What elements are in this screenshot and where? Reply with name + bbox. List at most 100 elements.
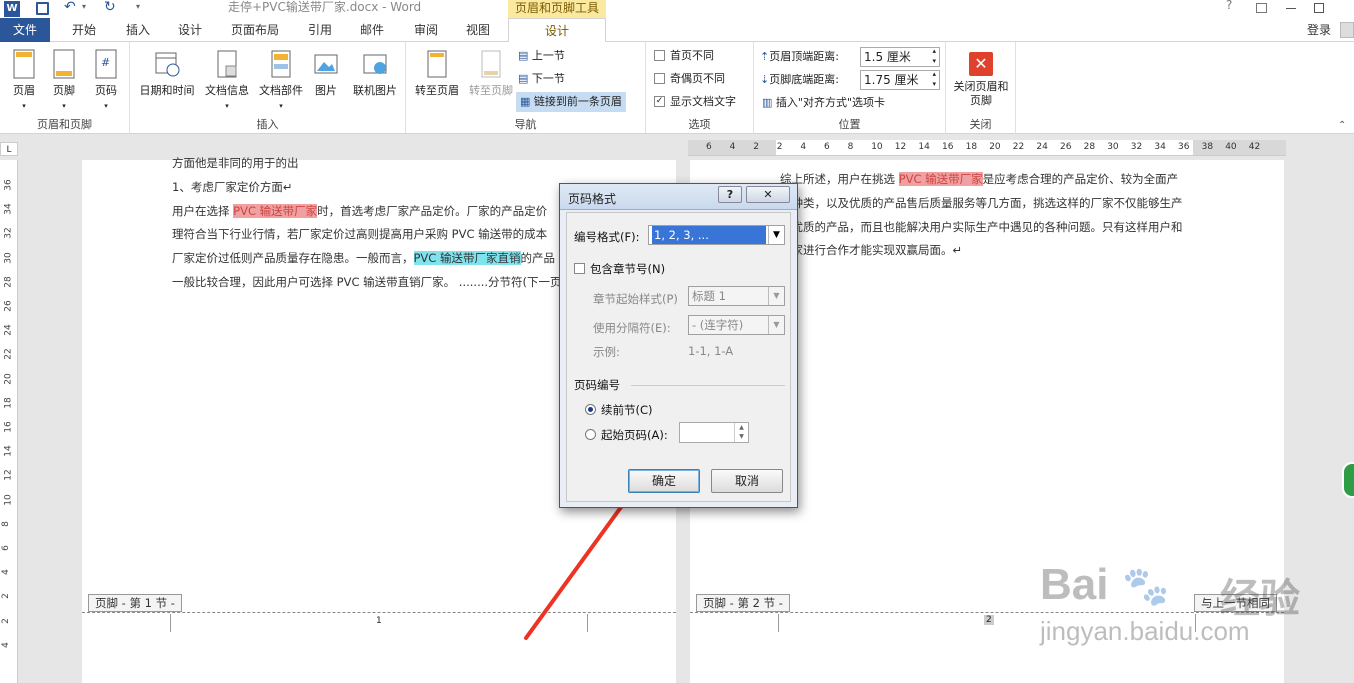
spin-arrows-icon[interactable]: ▲ ▼ — [734, 423, 748, 442]
insert-alignment-tab-button[interactable]: ▥ 插入"对齐方式"选项卡 — [762, 93, 885, 113]
next-section-button[interactable]: ▤ 下一节 — [518, 69, 565, 89]
word-icon: W — [4, 1, 20, 17]
header-distance-label: ⇡页眉顶端距离: — [760, 47, 839, 67]
dropdown-icon: ▾ — [279, 102, 283, 110]
chevron-down-icon[interactable]: ▼ — [768, 226, 784, 244]
text-line[interactable]: 一般比较合理，因此用户可选择 PVC 输送带直销厂家。 ........分节符(… — [172, 273, 562, 291]
tab-page-layout[interactable]: 页面布局 — [222, 18, 288, 42]
tab-review[interactable]: 审阅 — [404, 18, 448, 42]
dialog-titlebar[interactable]: 页码格式 ? ✕ — [560, 184, 797, 210]
tab-references[interactable]: 引用 — [298, 18, 342, 42]
include-chapter-checkbox[interactable]: 包含章节号(N) — [574, 261, 665, 277]
group-label: 关闭 — [969, 118, 992, 131]
undo-dropdown-icon[interactable]: ▾ — [82, 2, 86, 11]
ruler-tick-label: 6 — [824, 142, 830, 152]
goto-header-button[interactable]: 转至页眉 — [410, 46, 464, 106]
qat-dropdown-icon[interactable]: ▾ — [136, 2, 140, 11]
ruler-tick-label: 12 — [894, 142, 907, 152]
example-value: 1-1, 1-A — [688, 344, 734, 358]
text-line[interactable]: 厂家定价过低则产品质量存在隐患。一般而言，PVC 输送带厂家直销的产品 — [172, 249, 555, 267]
minimize-icon[interactable] — [1286, 8, 1296, 9]
link-to-previous-button[interactable]: ▦ 链接到前一条页眉 — [516, 92, 626, 112]
date-time-button[interactable]: 日期和时间 — [136, 46, 198, 106]
highlight-red-text: PVC 输送带厂家 — [898, 172, 983, 186]
tab-insert[interactable]: 插入 — [116, 18, 160, 42]
header-distance-input[interactable]: 1.5 厘米 ▴ ▾ — [860, 47, 940, 67]
title-bar: W ↶ ▾ ↻ ▾ 走停+PVC输送带厂家.docx - Word 页眉和页脚工… — [0, 0, 1354, 18]
footer-button[interactable]: 页脚 ▾ — [40, 46, 88, 110]
dialog-close-button[interactable]: ✕ — [746, 186, 790, 203]
start-at-radio[interactable]: 起始页码(A): — [585, 427, 668, 443]
radio[interactable] — [585, 429, 596, 440]
dialog-help-button[interactable]: ? — [718, 186, 742, 203]
continue-radio[interactable]: 续前节(C) — [585, 402, 653, 418]
text-line[interactable]: 综上所述，用户在挑选 PVC 输送带厂家是应考虑合理的产品定价、较为全面产 — [780, 170, 1178, 188]
different-odd-even-checkbox[interactable]: 奇偶页不同 — [654, 69, 725, 89]
undo-icon[interactable]: ↶ — [64, 0, 76, 15]
redo-icon[interactable]: ↻ — [104, 0, 116, 15]
text-line[interactable]: 1、考虑厂家定价方面↵ — [172, 178, 292, 196]
footer-distance-input[interactable]: 1.75 厘米 ▴ ▾ — [860, 70, 940, 90]
chapter-style-value: 标题 1 — [692, 289, 726, 303]
page-number-field[interactable]: 2 — [984, 615, 994, 625]
ribbon-display-icon[interactable] — [1256, 3, 1267, 13]
continue-label: 续前节(C) — [601, 403, 653, 417]
previous-section-button[interactable]: ▤ 上一节 — [518, 46, 565, 66]
different-first-page-checkbox[interactable]: 首页不同 — [654, 46, 714, 66]
vertical-ruler[interactable]: 36 34 32 30 28 26 24 22 20 18 16 14 12 10 8 6 4 2 2 4 — [0, 160, 18, 683]
radio-selected[interactable] — [585, 404, 596, 415]
footer-margin-mark — [778, 614, 779, 632]
restore-icon[interactable] — [1314, 3, 1324, 13]
checkbox[interactable] — [574, 263, 585, 274]
quick-parts-button[interactable]: 文档部件 ▾ — [254, 46, 308, 110]
footer-distance-label: ⇣页脚底端距离: — [760, 70, 839, 90]
checkbox[interactable] — [654, 72, 665, 84]
checkbox[interactable] — [654, 49, 665, 61]
text-line[interactable]: 方面他是非同的用于的出 — [172, 154, 299, 172]
group-insert: 日期和时间 文档信息 ▾ 文档部件 ▾ 图片 联机图片 插入 — [130, 42, 406, 134]
show-document-text-checkbox[interactable]: ✓ 显示文档文字 — [654, 92, 736, 112]
picture-button[interactable]: 图片 — [302, 46, 350, 106]
checkbox-checked[interactable]: ✓ — [654, 95, 665, 107]
page-number-label: 页码 — [95, 84, 117, 97]
horizontal-ruler[interactable]: 6 4 2 2 4 6 8 10 12 14 16 18 20 22 24 26 28 30 32 34 36 38 40 4… — [688, 140, 1286, 156]
tab-mailings[interactable]: 邮件 — [350, 18, 394, 42]
number-format-select[interactable]: 1, 2, 3, ... ▼ — [648, 225, 785, 245]
spin-arrows-icon[interactable]: ▴ ▾ — [932, 69, 936, 89]
text-line[interactable]: 用户在选择 PVC 输送带厂家时，首选考虑厂家产品定价。厂家的产品定价 — [172, 202, 547, 220]
insert-alignment-tab-label: 插入"对齐方式"选项卡 — [775, 96, 886, 109]
help-icon[interactable]: ? — [1226, 0, 1232, 12]
collapse-ribbon-icon[interactable]: ⌃ — [1338, 120, 1346, 131]
text-run: 方面他是非同的用于的出 — [172, 156, 299, 170]
tab-view[interactable]: 视图 — [456, 18, 500, 42]
save-icon[interactable] — [36, 2, 49, 15]
ok-button[interactable]: 确定 — [628, 469, 700, 493]
text-line[interactable]: 出优质的产品，而且也能解决用户实际生产中遇见的各种问题。只有这样用户和 — [780, 218, 1183, 236]
checkbox-label: 奇偶页不同 — [670, 72, 725, 85]
text-line[interactable]: 厂家进行合作才能实现双赢局面。↵ — [780, 241, 962, 259]
page-number-field[interactable]: 1 — [376, 616, 382, 626]
tab-design[interactable]: 设计 — [168, 18, 212, 42]
login-link[interactable]: 登录 — [1302, 18, 1336, 42]
next-section-label: 下一节 — [531, 72, 565, 85]
text-line[interactable]: 品种类，以及优质的产品售后质量服务等几方面，挑选这样的厂家不仅能够生产 — [780, 194, 1183, 212]
online-picture-button[interactable]: 联机图片 — [348, 46, 402, 106]
page-number-button[interactable]: # 页码 ▾ — [82, 46, 130, 110]
start-at-input[interactable]: ▲ ▼ — [679, 422, 749, 443]
previous-section-label: 上一节 — [531, 49, 565, 62]
tab-home[interactable]: 开始 — [62, 18, 106, 42]
ruler-corner[interactable]: L — [0, 142, 18, 156]
spin-arrows-icon[interactable]: ▴ ▾ — [932, 46, 936, 66]
user-avatar[interactable] — [1340, 22, 1354, 38]
tab-file[interactable]: 文件 — [0, 18, 50, 42]
text-line[interactable]: 理符合当下行业行情，若厂家定价过高则提高用户采购 PVC 输送带的成本 — [172, 225, 547, 243]
tab-hf-design[interactable]: 设计 — [508, 18, 606, 43]
calendar-icon — [155, 52, 180, 77]
cancel-button[interactable]: 取消 — [711, 469, 783, 493]
close-header-footer-button[interactable]: ✕ 关闭页眉和页脚 — [948, 46, 1014, 107]
side-tab-icon[interactable] — [1342, 462, 1354, 498]
ruler-tick-label: 2 — [753, 142, 759, 152]
dialog-body: 编号格式(F): 1, 2, 3, ... ▼ 包含章节号(N) 章节起始样式(… — [566, 212, 791, 502]
doc-info-button[interactable]: 文档信息 ▾ — [200, 46, 254, 110]
page-number-format-dialog[interactable]: 页码格式 ? ✕ 编号格式(F): 1, 2, 3, ... ▼ 包含章节号(N… — [559, 183, 798, 508]
